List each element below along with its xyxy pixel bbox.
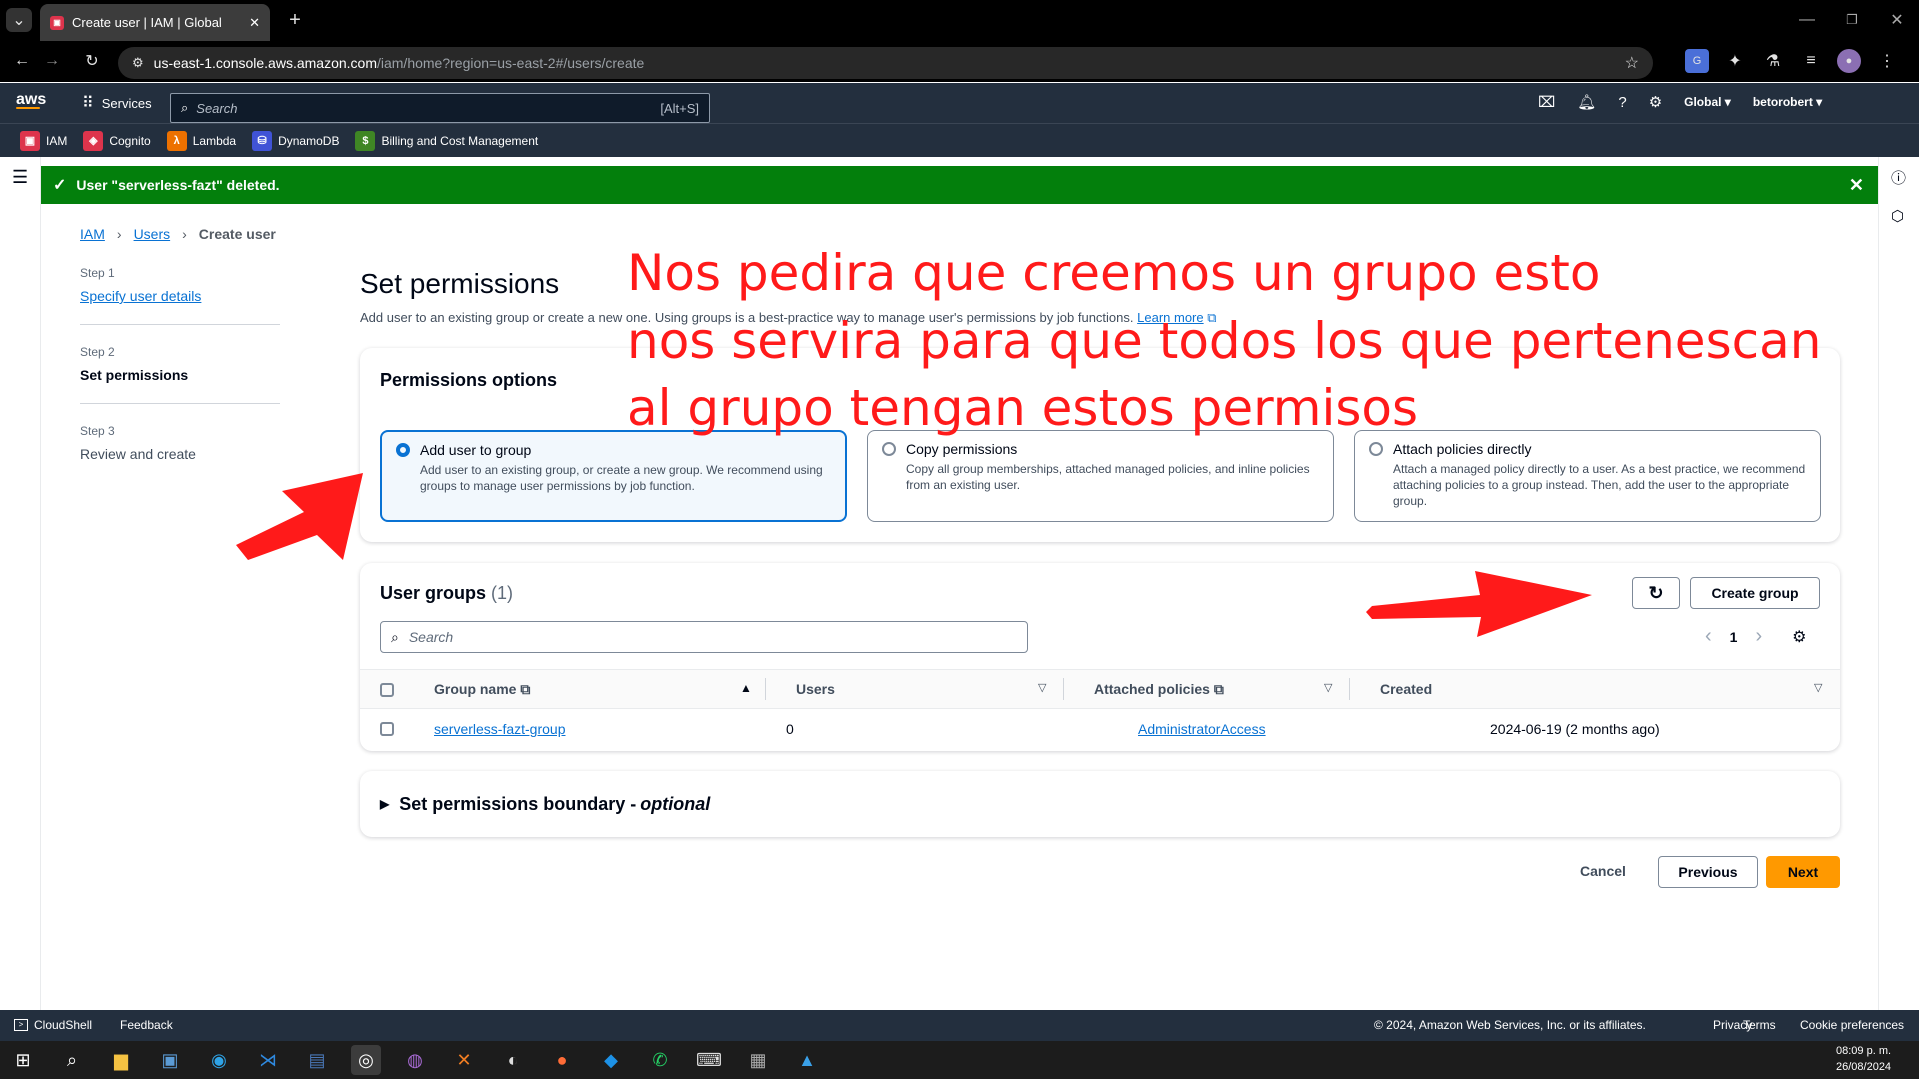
postman-icon[interactable]: ● [547, 1045, 577, 1075]
cloudshell-link[interactable]: > CloudShell [14, 1018, 92, 1032]
xampp-icon[interactable]: ✕ [449, 1045, 479, 1075]
clock-date: 26/08/2024 [1836, 1061, 1892, 1073]
chrome-icon[interactable]: ◎ [351, 1045, 381, 1075]
obs-icon[interactable]: ◐ [498, 1045, 528, 1075]
image-viewer-icon[interactable]: ▲ [792, 1045, 822, 1075]
windows-start-icon[interactable]: ⊞ [8, 1045, 38, 1075]
file-explorer-icon[interactable]: ▆ [106, 1045, 136, 1075]
docker-icon[interactable]: ◆ [596, 1045, 626, 1075]
taskbar-apps: ⊞ ⌕ ▆ ▣ ◉ ⋊ ▤ ◎ ◍ ✕ ◐ ● ◆ ✆ ⌨ ▦ ▲ [8, 1045, 822, 1075]
red-arrow-to-create-group [1366, 571, 1592, 637]
search-icon[interactable]: ⌕ [57, 1045, 87, 1075]
windows-taskbar: ⊞ ⌕ ▆ ▣ ◉ ⋊ ▤ ◎ ◍ ✕ ◐ ● ◆ ✆ ⌨ ▦ ▲ 08:09 … [0, 1041, 1919, 1079]
copyright-text: © 2024, Amazon Web Services, Inc. or its… [1374, 1018, 1646, 1032]
whatsapp-icon[interactable]: ✆ [645, 1045, 675, 1075]
github-desktop-icon[interactable]: ◍ [400, 1045, 430, 1075]
edge-browser-icon[interactable]: ◉ [204, 1045, 234, 1075]
red-arrow-to-add-user-group [236, 473, 363, 560]
feedback-link[interactable]: Feedback [120, 1018, 173, 1032]
vscode-icon[interactable]: ⋊ [253, 1045, 283, 1075]
cloudshell-label: CloudShell [34, 1018, 93, 1032]
app-window-icon[interactable]: ▣ [155, 1045, 185, 1075]
calculator-icon[interactable]: ▦ [743, 1045, 773, 1075]
terms-link[interactable]: Terms [1743, 1018, 1776, 1032]
cookie-preferences-link[interactable]: Cookie preferences [1800, 1018, 1904, 1032]
clock-time: 08:09 p. m. [1836, 1045, 1892, 1057]
cloudshell-icon: > [14, 1019, 28, 1031]
system-clock[interactable]: 08:09 p. m. 26/08/2024 [1836, 1043, 1891, 1075]
annotation-arrows [236, 473, 1592, 637]
terminal-icon[interactable]: ⌨ [694, 1045, 724, 1075]
visual-studio-icon[interactable]: ▤ [302, 1045, 332, 1075]
